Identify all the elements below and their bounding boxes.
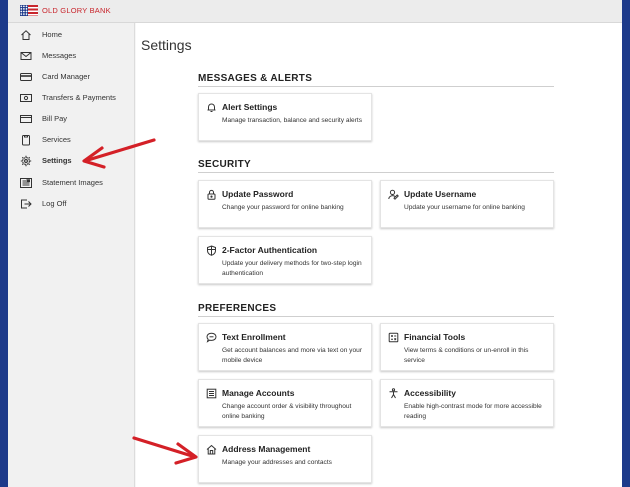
card-title: Accessibility [404,388,456,398]
sidebar-item-messages[interactable]: Messages [8,46,135,67]
card-description: Manage transaction, balance and security… [222,117,363,124]
card-update-password[interactable]: Update Password Change your password for… [198,180,372,228]
card-title: Text Enrollment [222,332,286,342]
shield-icon [206,245,217,256]
section-divider [198,86,554,87]
card-description: Change your password for online banking [222,204,344,211]
accounts-icon [206,388,217,399]
sidebar-item-log-off[interactable]: Log Off [8,194,135,215]
card-alert-settings[interactable]: Alert Settings Manage transaction, balan… [198,93,372,141]
section-title-messages-alerts: MESSAGES & ALERTS [198,73,313,84]
gear-icon [20,155,32,167]
sidebar-item-statement-images[interactable]: Statement Images [8,173,135,194]
card-manage-accounts[interactable]: Manage Accounts Change account order & v… [198,379,372,427]
annotation-arrow-settings [82,138,156,169]
chat-icon [206,332,217,343]
sidebar-item-label: Statement Images [42,178,103,187]
sidebar-nav: Home Messages Card Manager Transfers & P… [8,23,135,487]
logout-icon [20,198,32,210]
sidebar-item-label: Transfers & Payments [42,93,116,102]
card-title: Financial Tools [404,332,466,342]
flag-icon [20,5,38,16]
accessibility-icon [388,388,399,399]
envelope-icon [20,50,32,62]
sidebar-item-label: Log Off [42,199,67,208]
card-financial-tools[interactable]: Financial Tools View terms & conditions … [380,323,554,371]
card-title: Update Password [222,189,294,199]
card-title: Address Management [222,444,311,454]
sidebar-item-label: Card Manager [42,72,90,81]
bill-icon [20,113,32,125]
sidebar-item-label: Settings [42,156,72,165]
top-bar: OLD GLORY BANK [8,0,622,23]
card-description: Manage your addresses and contacts [222,459,332,466]
statement-icon [20,177,32,189]
credit-card-icon [20,71,32,83]
sidebar-item-home[interactable]: Home [8,25,135,46]
card-text-enrollment[interactable]: Text Enrollment Get account balances and… [198,323,372,371]
card-title: Update Username [404,189,477,199]
card-title: Manage Accounts [222,388,295,398]
card-description: Update your username for online banking [404,204,525,211]
sidebar-item-bill-pay[interactable]: Bill Pay [8,109,135,130]
page-title: Settings [141,37,192,53]
app-window: OLD GLORY BANK Home Messages Card Manage… [8,0,622,487]
home-icon [20,29,32,41]
section-title-security: SECURITY [198,159,251,170]
section-divider [198,172,554,173]
user-edit-icon [388,189,399,200]
card-2-factor-authentication[interactable]: 2-Factor Authentication Update your deli… [198,236,372,284]
card-title: Alert Settings [222,102,278,112]
card-title: 2-Factor Authentication [222,245,318,255]
card-address-management[interactable]: Address Management Manage your addresses… [198,435,372,483]
sidebar-item-label: Home [42,30,63,39]
section-divider [198,316,554,317]
sidebar-item-label: Messages [42,51,77,60]
sidebar-item-transfers-payments[interactable]: Transfers & Payments [8,88,135,109]
house-icon [206,444,217,455]
sidebar-item-label: Bill Pay [42,114,68,123]
sidebar-item-card-manager[interactable]: Card Manager [8,67,135,88]
transfer-icon [20,92,32,104]
section-title-preferences: PREFERENCES [198,303,277,314]
lock-icon [206,189,217,200]
bank-name: OLD GLORY BANK [42,6,111,15]
card-description: Change account order & visibility throug… [222,403,352,420]
card-update-username[interactable]: Update Username Update your username for… [380,180,554,228]
card-description: Update your delivery methods for two-ste… [222,260,362,277]
tools-icon [388,332,399,343]
bell-icon [206,102,217,113]
sidebar-item-label: Services [42,135,71,144]
card-accessibility[interactable]: Accessibility Enable high-contrast mode … [380,379,554,427]
card-description: Get account balances and more via text o… [222,347,363,364]
annotation-arrow-address [132,436,198,465]
settings-main: Settings MESSAGES & ALERTS Alert Setting… [136,23,622,487]
bank-logo[interactable]: OLD GLORY BANK [20,5,111,16]
card-description: Enable high-contrast mode for more acces… [404,403,542,420]
card-description: View terms & conditions or un-enroll in … [404,347,529,364]
clipboard-icon [20,134,32,146]
